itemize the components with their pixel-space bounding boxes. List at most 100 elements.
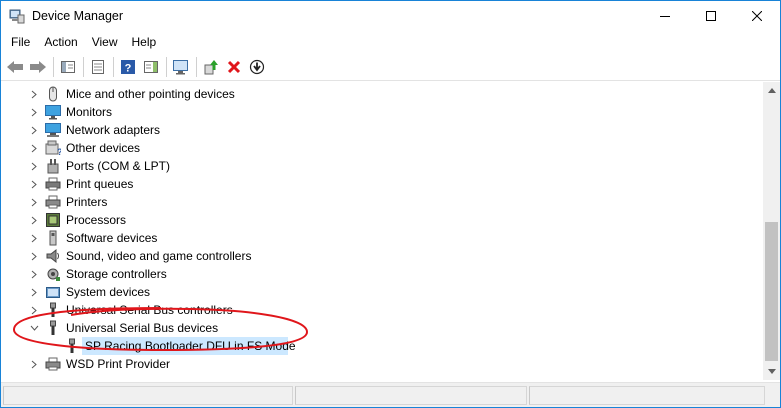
collapse-chevron-icon[interactable] (29, 319, 39, 337)
expand-chevron-icon[interactable] (29, 229, 39, 247)
printer-icon (45, 195, 61, 209)
tree-item-printers[interactable]: Printers (1, 193, 741, 211)
scan-hardware-button[interactable] (170, 56, 192, 78)
title-bar[interactable]: Device Manager (1, 1, 780, 31)
usb-icon (50, 302, 56, 317)
tree-item-ports[interactable]: Ports (COM & LPT) (1, 157, 741, 175)
uninstall-device-icon (227, 60, 241, 73)
tree-item-storage-controllers[interactable]: Storage controllers (1, 265, 741, 283)
toolbar-separator (53, 56, 54, 77)
scroll-up-button[interactable] (763, 82, 780, 99)
svg-text:?: ? (57, 147, 61, 156)
tree-item-label: Universal Serial Bus devices (66, 321, 219, 335)
expand-chevron-icon[interactable] (29, 301, 39, 319)
tree-item-label: Ports (COM & LPT) (66, 159, 171, 173)
disable-device-icon (249, 59, 265, 74)
tree-item-label: Software devices (66, 231, 158, 245)
minimize-button[interactable] (642, 1, 688, 31)
print-queue-icon (45, 177, 61, 191)
system-device-icon (46, 287, 60, 298)
tree-item-system-devices[interactable]: System devices (1, 283, 741, 301)
uninstall-device-button[interactable] (223, 56, 245, 78)
expand-chevron-icon[interactable] (29, 157, 39, 175)
maximize-button[interactable] (688, 1, 734, 31)
device-tree[interactable]: Mice and other pointing devices Monitors… (1, 82, 761, 380)
expand-chevron-icon[interactable] (29, 121, 39, 139)
svg-text:?: ? (125, 62, 132, 74)
port-icon (47, 159, 59, 174)
tree-item-software-devices[interactable]: Software devices (1, 229, 741, 247)
tree-item-processors[interactable]: Processors (1, 211, 741, 229)
expand-chevron-icon[interactable] (29, 103, 39, 121)
expand-chevron-icon[interactable] (29, 85, 39, 103)
expand-chevron-icon[interactable] (29, 139, 39, 157)
disable-device-button[interactable] (246, 56, 268, 78)
tree-item-label: Print queues (66, 177, 134, 191)
properties-button[interactable] (87, 56, 109, 78)
tree-item-sound-video-game[interactable]: Sound, video and game controllers (1, 247, 741, 265)
tree-item-network-adapters[interactable]: Network adapters (1, 121, 741, 139)
tree-item-other-devices[interactable]: ? Other devices (1, 139, 741, 157)
status-segment (3, 386, 293, 405)
menu-action[interactable]: Action (37, 35, 84, 49)
toolbar: ? (1, 53, 780, 81)
menu-help[interactable]: Help (125, 35, 164, 49)
tree-item-monitors[interactable]: Monitors (1, 103, 741, 121)
show-hide-console-tree-button[interactable] (57, 56, 79, 78)
software-device-icon (49, 230, 57, 246)
usb-device-icon (69, 338, 75, 353)
vertical-scrollbar[interactable] (763, 82, 780, 380)
expand-chevron-icon[interactable] (29, 283, 39, 301)
scroll-down-button[interactable] (763, 363, 780, 380)
scroll-down-arrow-icon (767, 369, 776, 374)
expand-chevron-icon[interactable] (29, 265, 39, 283)
tree-item-label: Mice and other pointing devices (66, 87, 235, 101)
tree-item-label: SP Racing Bootloader DFU in FS Mode (85, 339, 296, 353)
scan-hardware-icon (173, 59, 188, 74)
wsd-printer-icon (45, 357, 61, 371)
expand-chevron-icon[interactable] (29, 175, 39, 193)
monitor-icon (45, 105, 61, 120)
tree-item-wsd-print-provider[interactable]: WSD Print Provider (1, 355, 741, 373)
tree-item-sp-racing-bootloader[interactable]: SP Racing Bootloader DFU in FS Mode (1, 337, 741, 355)
expand-chevron-icon[interactable] (29, 355, 39, 373)
tree-item-print-queues[interactable]: Print queues (1, 175, 741, 193)
scrollbar-thumb[interactable] (765, 222, 778, 361)
tree-item-usb-devices[interactable]: Universal Serial Bus devices (1, 319, 741, 337)
expand-chevron-icon[interactable] (29, 211, 39, 229)
status-segment (529, 386, 765, 405)
network-adapter-icon (45, 123, 61, 137)
update-driver-button[interactable] (200, 56, 222, 78)
tree-item-label: Monitors (66, 105, 113, 119)
back-button[interactable] (4, 56, 26, 78)
update-driver-icon (204, 59, 218, 74)
minimize-icon (660, 16, 670, 17)
close-icon (752, 11, 762, 21)
device-manager-window: Device Manager File Action View Help ? M… (0, 0, 781, 408)
status-segment (295, 386, 527, 405)
toolbar-separator (83, 56, 84, 77)
tree-item-label: Sound, video and game controllers (66, 249, 252, 263)
tree-item-label: System devices (66, 285, 151, 299)
scroll-up-arrow-icon (767, 88, 776, 93)
menu-view[interactable]: View (85, 35, 125, 49)
tree-item-label: Processors (66, 213, 127, 227)
action-pane-button[interactable] (140, 56, 162, 78)
action-pane-icon (144, 60, 158, 73)
show-hide-console-tree-icon (61, 60, 75, 73)
help-button[interactable]: ? (117, 56, 139, 78)
expand-chevron-icon[interactable] (29, 247, 39, 265)
forward-button[interactable] (27, 56, 49, 78)
device-manager-app-icon (9, 9, 25, 24)
close-button[interactable] (734, 1, 780, 31)
expand-chevron-icon[interactable] (29, 193, 39, 211)
toolbar-separator (113, 56, 114, 77)
tree-item-label: WSD Print Provider (66, 357, 171, 371)
properties-icon (92, 59, 104, 74)
other-devices-icon: ? (45, 140, 61, 156)
tree-item-label: Printers (66, 195, 108, 209)
tree-item-usb-controllers[interactable]: Universal Serial Bus controllers (1, 301, 741, 319)
speaker-icon (46, 248, 59, 264)
menu-file[interactable]: File (4, 35, 37, 49)
tree-item-mice[interactable]: Mice and other pointing devices (1, 85, 741, 103)
